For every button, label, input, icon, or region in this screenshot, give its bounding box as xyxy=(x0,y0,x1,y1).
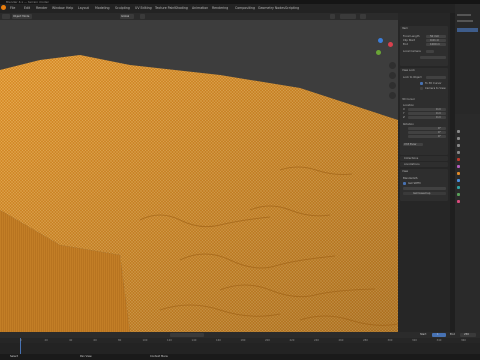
overlay-icon[interactable] xyxy=(360,14,366,19)
menu-item-sculpting[interactable]: Sculpting xyxy=(115,6,130,10)
menu-item-window[interactable]: Window xyxy=(52,6,65,10)
cursor-location-y[interactable]: 0 m xyxy=(408,112,446,115)
focal-length-field[interactable]: 50 mm xyxy=(426,35,446,38)
menu-item-texture-paint[interactable]: Texture Paint xyxy=(155,6,176,10)
render-tab-icon[interactable] xyxy=(457,137,460,140)
lock-cursor-checkbox[interactable] xyxy=(420,82,423,85)
render-region-button[interactable] xyxy=(420,56,446,59)
menu-item-shading[interactable]: Shading xyxy=(175,6,188,10)
snap-icon[interactable] xyxy=(140,14,145,19)
timeline-tick-label: 60 xyxy=(93,339,97,342)
object-tab-icon[interactable] xyxy=(457,172,460,175)
menu-item-file[interactable]: File xyxy=(10,6,15,10)
editor-type-button[interactable] xyxy=(2,14,10,19)
playback-controls[interactable] xyxy=(170,333,204,337)
menu-item-uv-editing[interactable]: UV Editing xyxy=(135,6,152,10)
lock-object-field[interactable] xyxy=(426,76,446,79)
transform-orientation-dropdown[interactable]: Global xyxy=(120,14,134,19)
3d-cursor-section: 3D Cursor Location X 0 m Y 0 m Z 0 m Rot… xyxy=(400,97,448,155)
menu-item-rendering[interactable]: Rendering xyxy=(212,6,228,10)
timeline-tick-label: 0 xyxy=(20,339,22,342)
timeline-tick-label: 100 xyxy=(142,339,148,342)
menu-item-geometry-nodes[interactable]: Geometry Nodes xyxy=(258,6,285,10)
cursor-rotation-x[interactable]: 0° xyxy=(408,127,446,130)
local-camera-toggle[interactable] xyxy=(426,50,434,53)
status-bar: Select Pan View Context Menu xyxy=(0,354,480,360)
timeline-tick-label: 40 xyxy=(69,339,73,342)
start-frame-field[interactable]: 1 xyxy=(432,333,446,337)
gizmo-z-axis-icon[interactable] xyxy=(378,38,383,43)
menu-item-help[interactable]: Help xyxy=(66,6,73,10)
output-tab-icon[interactable] xyxy=(457,144,460,147)
perspective-toggle-icon[interactable] xyxy=(389,92,396,99)
timeline-tick-label: 260 xyxy=(338,339,344,342)
timeline-tick-label: 220 xyxy=(289,339,295,342)
shading-mode-buttons[interactable] xyxy=(340,14,356,19)
particles-tab-icon[interactable] xyxy=(457,186,460,189)
blendergis-section: View BlenderGIS Get SRTM Get basemap xyxy=(400,169,448,201)
timeline-tick-label: 340 xyxy=(436,339,442,342)
cursor-rotation-y[interactable]: 0° xyxy=(408,131,446,134)
timeline-tick-label: 120 xyxy=(167,339,172,342)
get-basemap-button[interactable]: Get basemap xyxy=(403,192,446,195)
pan-icon[interactable] xyxy=(389,72,396,79)
blender-logo-icon[interactable] xyxy=(1,5,6,10)
menu-item-animation[interactable]: Animation xyxy=(192,6,208,10)
collections-panel-header[interactable]: Collections xyxy=(400,156,448,161)
menu-item-render[interactable]: Render xyxy=(36,6,47,10)
gis-options-field[interactable] xyxy=(403,187,446,190)
gis-checkbox[interactable] xyxy=(403,182,406,185)
gizmo-x-axis-icon[interactable] xyxy=(388,42,393,47)
zoom-icon[interactable] xyxy=(389,62,396,69)
timeline-tick-label: 160 xyxy=(216,339,221,342)
camera-to-view-checkbox[interactable] xyxy=(420,87,423,90)
viewport-header: Object Mode Global xyxy=(0,13,398,20)
clip-start-field[interactable]: 0.01 m xyxy=(426,39,446,42)
scene-tab-icon[interactable] xyxy=(457,158,460,161)
timeline-tick-label: 20 xyxy=(44,339,48,342)
timeline-tick-label: 360 xyxy=(461,339,466,342)
end-frame-field[interactable]: 250 xyxy=(460,333,476,337)
modifier-tab-icon[interactable] xyxy=(457,179,460,182)
clip-end-field[interactable]: 1000 m xyxy=(426,43,446,46)
menu-item-modeling[interactable]: Modeling xyxy=(95,6,110,10)
rotation-mode-dropdown[interactable]: XYZ Euler xyxy=(403,143,423,146)
timeline-tick-label: 300 xyxy=(387,339,393,342)
timeline-tick-label: 280 xyxy=(363,339,368,342)
timeline-tick-label: 140 xyxy=(191,339,197,342)
tool-tab-icon[interactable] xyxy=(457,130,460,133)
terrain-mesh xyxy=(0,55,398,332)
cursor-location-x[interactable]: 0 m xyxy=(408,108,446,111)
timeline-tick-label: 180 xyxy=(240,339,246,342)
view-section: Item Focal Length 50 mm Clip Start 0.01 … xyxy=(400,26,448,66)
timeline-tick-label: 240 xyxy=(314,339,319,342)
menu-item-compositing[interactable]: Compositing xyxy=(235,6,255,10)
timeline-tick-label: 200 xyxy=(265,339,270,342)
outliner-row[interactable] xyxy=(457,14,471,16)
timeline-tick-label: 80 xyxy=(118,339,122,342)
view-layer-tab-icon[interactable] xyxy=(457,151,460,154)
material-tab-icon[interactable] xyxy=(457,200,460,203)
visibility-icon[interactable] xyxy=(330,14,335,19)
outliner-panel[interactable] xyxy=(455,4,480,114)
annotations-panel-header[interactable]: Annotations xyxy=(400,162,448,167)
menu-item-edit[interactable]: Edit xyxy=(24,6,30,10)
menu-item-scripting[interactable]: Scripting xyxy=(285,6,299,10)
outliner-row[interactable] xyxy=(457,20,473,22)
mode-dropdown[interactable]: Object Mode xyxy=(12,14,32,19)
cursor-location-z[interactable]: 0 m xyxy=(408,116,446,119)
gizmo-y-axis-icon[interactable] xyxy=(376,50,381,55)
cursor-rotation-z[interactable]: 0° xyxy=(408,135,446,138)
3d-viewport[interactable] xyxy=(0,20,398,332)
sidebar-n-panel: Item Focal Length 50 mm Clip Start 0.01 … xyxy=(398,13,450,332)
outliner-selected-row[interactable] xyxy=(457,28,478,32)
data-tab-icon[interactable] xyxy=(457,193,460,196)
menu-item-layout[interactable]: Layout xyxy=(78,6,89,10)
menu-bar: File Edit Render Window Help Layout Modeling Sc… xyxy=(0,4,480,13)
world-tab-icon[interactable] xyxy=(457,165,460,168)
timeline-tick-label: 320 xyxy=(412,339,417,342)
camera-view-icon[interactable] xyxy=(389,82,396,89)
